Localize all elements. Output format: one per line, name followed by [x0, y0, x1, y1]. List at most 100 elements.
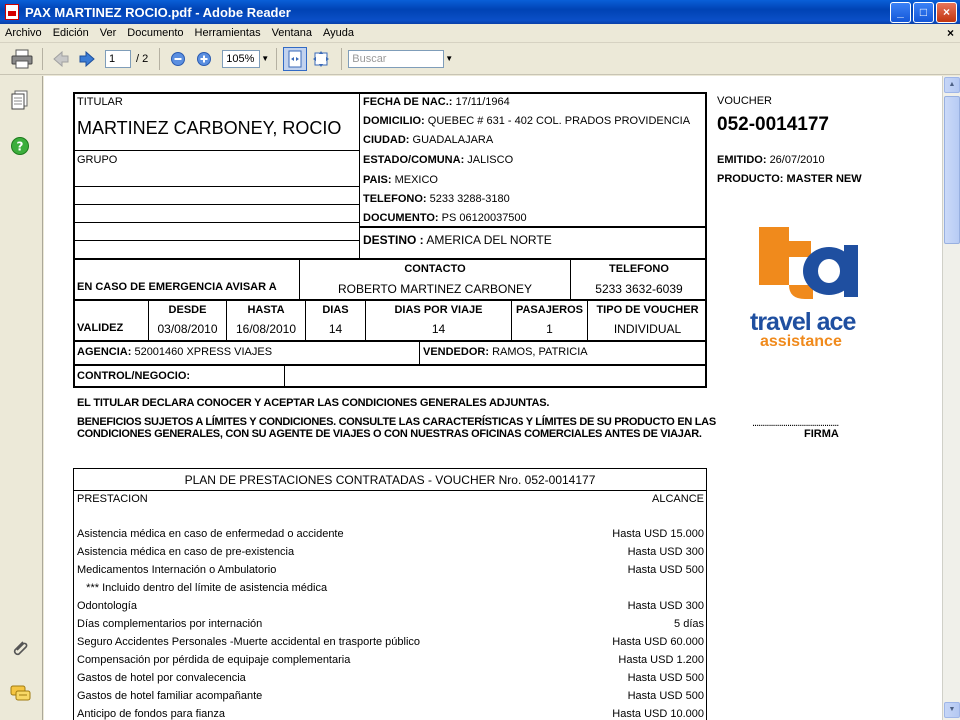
close-button[interactable]: ×: [936, 2, 957, 23]
menu-herramientas[interactable]: Herramientas: [195, 27, 261, 39]
fit-page-icon[interactable]: [283, 46, 308, 71]
divider: [75, 204, 359, 205]
toolbar-separator: [341, 47, 343, 70]
desde-value: 03/08/2010: [157, 322, 218, 336]
declaration-line2: BENEFICIOS SUJETOS A LÍMITES Y CONDICION…: [77, 416, 716, 428]
divider: [73, 299, 707, 301]
fit-width-icon[interactable]: [309, 47, 333, 71]
voucher-label: VOUCHER: [717, 95, 773, 107]
help-icon[interactable]: ?: [10, 136, 30, 156]
close-document-button[interactable]: ×: [947, 26, 954, 40]
fecha-label: FECHA DE NAC.:: [363, 96, 453, 108]
estado-value: JALISCO: [467, 154, 514, 166]
desde-label: DESDE: [168, 304, 207, 316]
voucher-number: 052-0014177: [717, 114, 829, 135]
documento-value: PS 06120037500: [441, 212, 527, 224]
plan-title: PLAN DE PRESTACIONES CONTRATADAS - VOUCH…: [184, 473, 596, 487]
maximize-button[interactable]: □: [913, 2, 934, 23]
menu-ventana[interactable]: Ventana: [272, 27, 312, 39]
plan-row-name: Días complementarios por internación: [77, 618, 263, 630]
divider: [73, 258, 707, 260]
titular-name: MARTINEZ CARBONEY, ROCIO: [77, 118, 342, 138]
vertical-scrollbar[interactable]: ▲ ▼: [942, 76, 960, 720]
menu-edicion[interactable]: Edición: [53, 27, 89, 39]
navigation-panel: ?: [0, 76, 43, 720]
pages-icon[interactable]: [10, 90, 30, 110]
scroll-down-icon[interactable]: ▼: [944, 702, 960, 718]
ciudad-value: GUADALAJARA: [412, 134, 494, 146]
menu-ayuda[interactable]: Ayuda: [323, 27, 354, 39]
emergency-label: EN CASO DE EMERGENCIA AVISAR A: [77, 281, 277, 293]
contacto-label: CONTACTO: [404, 263, 466, 275]
plan-row-value: Hasta USD 1.200: [618, 654, 704, 666]
menu-archivo[interactable]: Archivo: [5, 27, 42, 39]
zoom-input[interactable]: 105%: [222, 49, 261, 68]
pais-label: PAIS:: [363, 174, 392, 186]
zoom-out-icon[interactable]: [166, 47, 190, 71]
scroll-up-icon[interactable]: ▲: [944, 77, 960, 93]
plan-row-name: Medicamentos Internación o Ambulatorio: [77, 564, 277, 576]
control-label: CONTROL/NEGOCIO:: [77, 370, 191, 382]
validez-label: VALIDEZ: [77, 322, 124, 334]
zoom-in-icon[interactable]: [192, 47, 216, 71]
divider: [284, 366, 285, 388]
producto-label: PRODUCTO:: [717, 173, 784, 185]
divider: [359, 92, 360, 260]
divider: [419, 342, 420, 365]
comments-icon[interactable]: [10, 684, 31, 704]
toolbar: 1 / 2 105% ▼ Buscar ▼: [0, 43, 960, 75]
emitido-value: 26/07/2010: [769, 154, 825, 166]
menu-bar: Archivo Edición Ver Documento Herramient…: [0, 24, 960, 43]
logo-line2: assistance: [760, 333, 842, 350]
svg-text:?: ?: [17, 140, 24, 154]
previous-page-icon[interactable]: [49, 47, 73, 71]
plan-col-alcance: ALCANCE: [652, 493, 704, 505]
vendedor-value: RAMOS, PATRICIA: [492, 346, 588, 358]
telefono-label: TELEFONO:: [363, 193, 427, 205]
plan-col-prestacion: PRESTACION: [77, 493, 148, 505]
plan-row-value: 5 días: [674, 618, 704, 630]
domicilio-value: QUEBEC # 631 - 402 COL. PRADOS PROVIDENC…: [427, 115, 691, 127]
search-input[interactable]: Buscar: [348, 49, 445, 68]
plan-row-value: Hasta USD 300: [627, 600, 704, 612]
menu-documento[interactable]: Documento: [127, 27, 183, 39]
page-number-input[interactable]: 1: [105, 49, 131, 68]
divider: [75, 240, 359, 241]
attachments-icon[interactable]: [10, 638, 30, 658]
destino-label: DESTINO :: [363, 233, 424, 247]
menu-ver[interactable]: Ver: [100, 27, 117, 39]
plan-row-value: Hasta USD 500: [627, 672, 704, 684]
agencia-label: AGENCIA:: [77, 346, 132, 358]
print-icon[interactable]: [10, 47, 34, 71]
toolbar-separator: [276, 47, 278, 70]
plan-row-value: Hasta USD 10.000: [612, 708, 704, 720]
hasta-label: HASTA: [247, 304, 285, 316]
document-viewport[interactable]: TITULAR MARTINEZ CARBONEY, ROCIO GRUPO F…: [44, 76, 942, 720]
window-titlebar: PAX MARTINEZ ROCIO.pdf - Adobe Reader _ …: [0, 0, 960, 24]
divider: [75, 222, 359, 223]
scroll-thumb[interactable]: [944, 96, 960, 244]
next-page-icon[interactable]: [75, 47, 99, 71]
plan-row-name: Odontología: [77, 600, 137, 612]
emitido-label: EMITIDO:: [717, 154, 767, 166]
plan-row-value: Hasta USD 500: [627, 564, 704, 576]
dias-value: 14: [328, 322, 343, 336]
contacto-value: ROBERTO MARTINEZ CARBONEY: [337, 282, 533, 296]
plan-row-name: Asistencia médica en caso de pre-existen…: [77, 546, 295, 558]
plan-row-value: Hasta USD 500: [627, 690, 704, 702]
dias-viaje-label: DIAS POR VIAJE: [394, 304, 483, 316]
vendedor-label: VENDEDOR:: [423, 346, 490, 358]
toolbar-separator: [159, 47, 161, 70]
pasajeros-label: PASAJEROS: [515, 304, 584, 316]
plan-row-name: Seguro Accidentes Personales -Muerte acc…: [77, 636, 421, 648]
pdf-page: TITULAR MARTINEZ CARBONEY, ROCIO GRUPO F…: [44, 76, 942, 720]
search-dropdown-icon[interactable]: ▼: [444, 50, 454, 68]
zoom-dropdown-icon[interactable]: ▼: [260, 50, 270, 68]
pasajeros-value: 1: [546, 322, 553, 336]
telefono-value: 5233 3288-3180: [429, 193, 510, 205]
pais-value: MEXICO: [394, 174, 438, 186]
plan-row-name: Gastos de hotel por convalecencia: [77, 672, 246, 684]
producto-value: MASTER NEW: [786, 173, 862, 185]
minimize-button[interactable]: _: [890, 2, 911, 23]
toolbar-separator: [42, 47, 43, 70]
